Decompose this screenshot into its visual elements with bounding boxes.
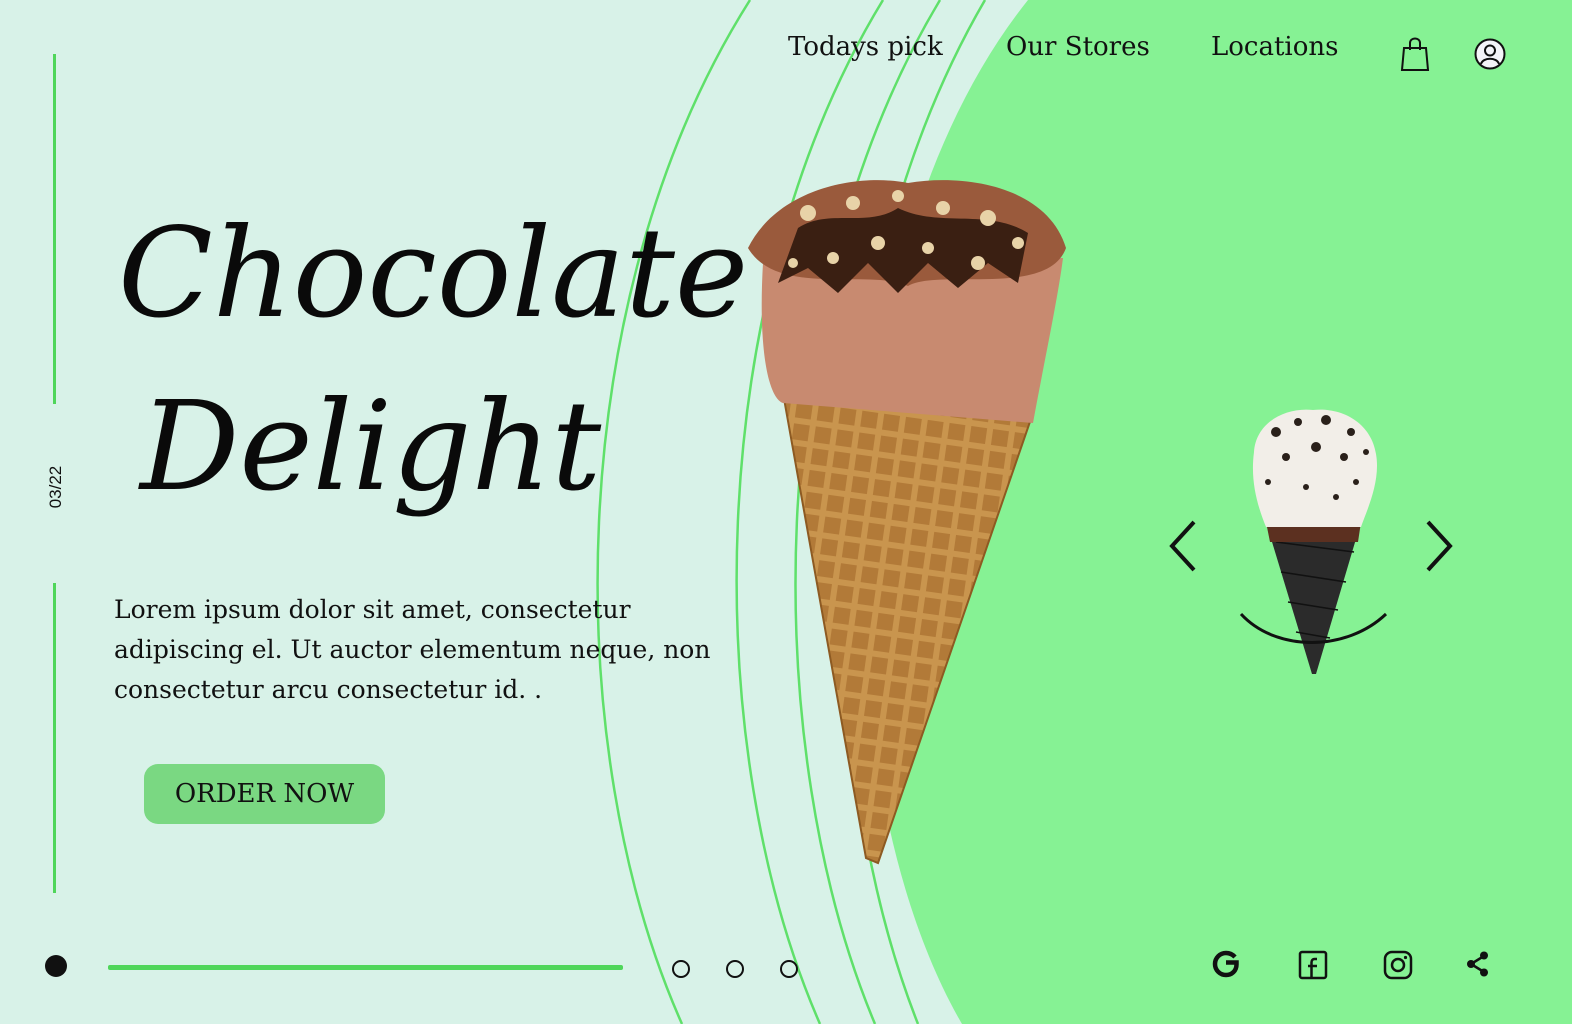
carousel-dot-4[interactable] — [780, 960, 798, 978]
vertical-line-top — [53, 54, 56, 404]
slide-counter: 03/22 — [46, 465, 65, 509]
vertical-line-bottom — [53, 583, 56, 893]
hero-title-line2: Delight — [140, 375, 602, 519]
chevron-left-icon[interactable] — [1166, 518, 1200, 574]
nav-locations[interactable]: Locations — [1211, 32, 1339, 62]
carousel-dot-3[interactable] — [726, 960, 744, 978]
carousel-progress-bar — [108, 965, 623, 970]
user-profile-icon[interactable] — [1474, 38, 1506, 70]
shopping-bag-icon[interactable] — [1400, 36, 1430, 72]
carousel-dot-1[interactable] — [45, 955, 67, 977]
cookies-cream-cone-image — [1239, 409, 1388, 674]
order-now-button[interactable]: ORDER NOW — [144, 764, 385, 824]
chevron-right-icon[interactable] — [1422, 518, 1456, 574]
share-icon[interactable] — [1464, 950, 1492, 978]
instagram-icon[interactable] — [1383, 950, 1413, 980]
hero-description: Lorem ipsum dolor sit amet, consectetur … — [114, 595, 711, 704]
nav-our-stores[interactable]: Our Stores — [1006, 32, 1150, 62]
carousel-dot-2[interactable] — [672, 960, 690, 978]
hero-title-line1: Chocolate — [118, 202, 749, 346]
google-icon[interactable] — [1210, 948, 1242, 980]
facebook-icon[interactable] — [1298, 950, 1328, 980]
nav-todays-pick[interactable]: Todays pick — [788, 32, 943, 62]
chocolate-cone-image — [748, 180, 1066, 865]
